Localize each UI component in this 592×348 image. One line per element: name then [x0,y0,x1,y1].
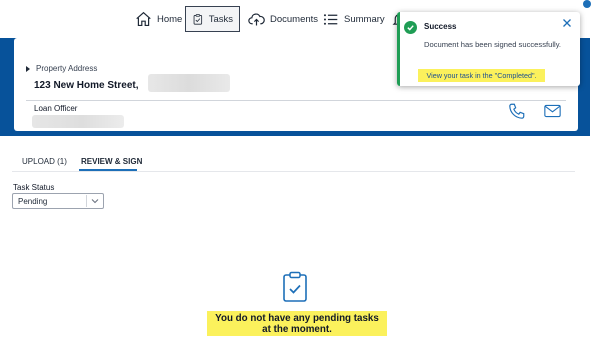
task-status-label: Task Status [13,183,55,192]
nav-summary[interactable]: Summary [322,6,385,32]
caret-right-icon [26,65,30,72]
close-icon[interactable] [562,18,572,28]
tab-upload[interactable]: UPLOAD (1) [22,157,67,166]
nav-tasks-label: Tasks [208,13,233,25]
toast-accent-bar [397,12,400,86]
house-icon [136,11,151,26]
clipboard-check-icon [193,13,203,25]
property-address-value: 123 New Home Street, [34,80,139,91]
success-toast: Success Document has been signed success… [397,12,580,86]
nav-documents-label: Documents [270,13,319,25]
phone-icon[interactable] [508,102,526,120]
check-circle-icon [404,21,417,34]
loan-officer-label: Loan Officer [34,104,78,113]
nav-tasks[interactable]: Tasks [185,6,240,32]
notification-dot [583,0,591,8]
cloud-upload-icon [248,12,265,25]
tab-review-sign[interactable]: REVIEW & SIGN [81,157,142,166]
task-status-select[interactable]: Pending [12,193,104,209]
task-status-value: Pending [18,196,48,206]
tab-divider [12,171,575,172]
toast-title: Success [424,22,457,31]
nav-summary-label: Summary [344,13,385,25]
toast-message: Document has been signed successfully. [424,40,562,49]
nav-home-label: Home [157,13,183,25]
empty-state-line-1: You do not have any pending tasks [215,312,379,324]
card-divider [26,100,566,101]
empty-state-line-2: at the moment. [262,323,332,335]
redacted-loan-officer [32,115,124,128]
property-address-toggle[interactable]: Property Address [26,64,97,73]
nav-home[interactable]: Home [135,6,182,32]
mail-icon[interactable] [544,104,561,118]
list-icon [323,13,338,25]
chevron-down-icon [87,198,103,204]
empty-state-message: You do not have any pending tasks at the… [207,311,387,336]
clipboard-check-icon [283,271,307,302]
nav-documents[interactable]: Documents [248,6,318,32]
property-address-label: Property Address [36,64,98,73]
view-completed-link[interactable]: View your task in the "Completed". [418,69,545,82]
redacted-address [148,74,230,92]
